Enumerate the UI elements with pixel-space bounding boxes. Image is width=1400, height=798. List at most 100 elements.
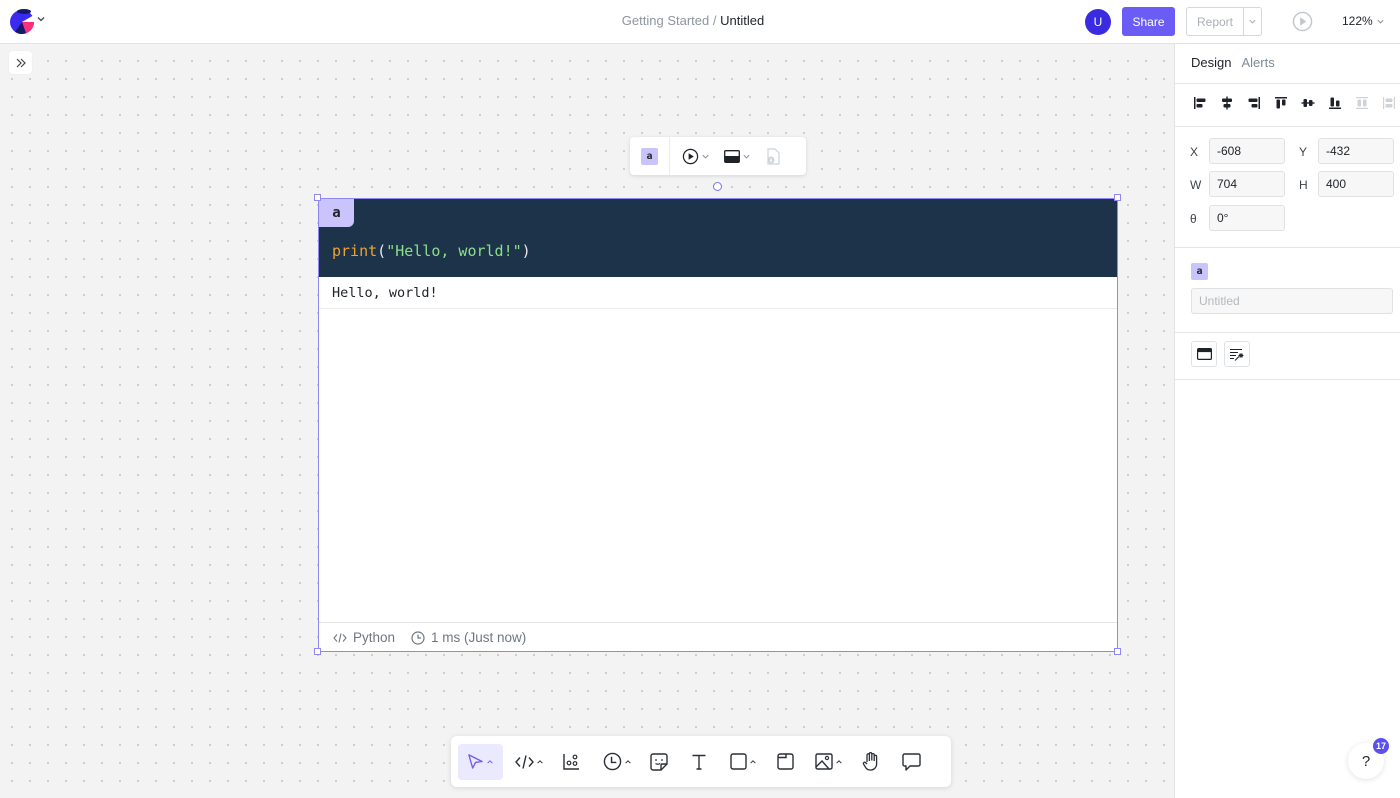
width-field[interactable] <box>1209 171 1285 197</box>
tab-design[interactable]: Design <box>1191 55 1231 70</box>
align-center-vertical-icon <box>1301 98 1314 107</box>
alignment-toolbar <box>1191 94 1397 111</box>
breadcrumb-parent[interactable]: Getting Started <box>622 13 709 28</box>
format-code-button[interactable] <box>1224 341 1250 367</box>
cell-name-badge: a <box>1191 263 1208 280</box>
scatter-chart-icon <box>562 754 579 770</box>
y-field[interactable] <box>1318 138 1394 164</box>
distribute-vertical-button[interactable] <box>1380 94 1397 111</box>
cell-title-input[interactable] <box>1191 288 1393 314</box>
code-icon <box>333 632 347 643</box>
panel-divider <box>1175 247 1400 248</box>
tab-alerts[interactable]: Alerts <box>1241 55 1274 70</box>
frame-icon <box>776 753 794 770</box>
breadcrumb-separator: / <box>712 13 717 28</box>
align-right-button[interactable] <box>1245 94 1262 111</box>
report-dropdown-button[interactable] <box>1244 8 1261 35</box>
share-button[interactable]: Share <box>1122 7 1175 36</box>
rotation-field[interactable] <box>1209 205 1285 231</box>
image-tool[interactable] <box>809 744 849 780</box>
top-bar: Getting Started / Untitled U Share Repor… <box>0 0 1400 44</box>
cell-footer: Python 1 ms (Just now) <box>319 622 1117 652</box>
runtime-label: 1 ms (Just now) <box>431 630 527 645</box>
align-left-button[interactable] <box>1191 94 1208 111</box>
align-bottom-icon <box>1328 97 1341 109</box>
sticky-note-icon <box>650 752 668 771</box>
align-center-horizontal-icon <box>1221 96 1232 109</box>
sticky-note-tool[interactable] <box>641 744 677 780</box>
hand-icon <box>862 752 878 771</box>
expand-sidebar-button[interactable] <box>9 51 32 74</box>
resize-handle-top-left[interactable] <box>314 194 321 201</box>
align-top-button[interactable] <box>1272 94 1289 111</box>
resize-handle-top-right[interactable] <box>1114 194 1121 201</box>
cell-output: Hello, world! <box>332 285 438 301</box>
zoom-level-dropdown[interactable]: 122% <box>1342 14 1385 28</box>
resize-handle-bottom-right[interactable] <box>1114 648 1121 655</box>
align-center-horizontal-button[interactable] <box>1218 94 1235 111</box>
report-button-group: Report <box>1186 7 1262 36</box>
align-right-icon <box>1248 96 1260 109</box>
height-field[interactable] <box>1318 171 1394 197</box>
run-play-icon <box>682 148 699 164</box>
code-editor[interactable]: a print("Hello, world!") <box>319 199 1117 277</box>
code-token-paren: ) <box>521 242 531 260</box>
code-icon <box>514 754 534 769</box>
pointer-icon <box>468 754 483 769</box>
code-cell[interactable]: a print("Hello, world!") Hello, world! P… <box>318 198 1118 652</box>
cell-name-badge[interactable]: a <box>641 147 658 165</box>
frame-tool[interactable] <box>767 744 803 780</box>
text-tool[interactable] <box>681 744 717 780</box>
distribute-horizontal-button[interactable] <box>1353 94 1370 111</box>
clock-icon <box>603 752 621 771</box>
x-field[interactable] <box>1209 138 1285 164</box>
breadcrumb-current[interactable]: Untitled <box>720 13 764 28</box>
cell-name-tab[interactable]: a <box>319 199 354 227</box>
panel-tabs: Design Alerts <box>1191 55 1275 70</box>
align-left-icon <box>1193 96 1205 109</box>
bottom-toolbar <box>451 736 951 787</box>
code-tool[interactable] <box>507 744 551 780</box>
cell-name-segment: a <box>630 137 670 175</box>
layout-toggle-button[interactable] <box>1191 341 1217 367</box>
chevron-down-icon <box>1249 19 1256 24</box>
resize-handle-bottom-left[interactable] <box>314 648 321 655</box>
select-tool[interactable] <box>458 743 503 780</box>
schedule-tool[interactable] <box>595 744 639 780</box>
output-divider <box>319 308 1117 309</box>
layout-panel-icon <box>724 149 740 163</box>
code-line: print("Hello, world!") <box>332 242 531 260</box>
breadcrumb: Getting Started / Untitled <box>0 13 1386 28</box>
layout-menu-button[interactable] <box>724 149 751 163</box>
chart-tool[interactable] <box>553 744 589 780</box>
code-token-function: print <box>332 242 378 260</box>
user-avatar[interactable]: U <box>1085 9 1111 35</box>
shape-tool[interactable] <box>723 744 763 780</box>
present-play-icon[interactable] <box>1292 11 1313 32</box>
language-indicator[interactable]: Python <box>333 630 395 645</box>
distribute-vertical-icon <box>1382 96 1395 109</box>
chevron-up-icon <box>624 759 631 764</box>
panel-divider <box>1175 83 1400 84</box>
pan-tool[interactable] <box>853 744 889 780</box>
comment-tool[interactable] <box>893 744 929 780</box>
runtime-indicator: 1 ms (Just now) <box>411 630 526 645</box>
chevron-up-icon <box>836 759 842 764</box>
align-top-icon <box>1274 96 1287 108</box>
run-menu-button[interactable] <box>682 148 710 165</box>
double-chevron-right-icon <box>16 58 26 67</box>
rectangle-icon <box>729 753 747 770</box>
image-icon <box>815 753 833 770</box>
report-button[interactable]: Report <box>1187 8 1244 35</box>
align-center-vertical-button[interactable] <box>1299 94 1316 111</box>
export-button[interactable] <box>765 147 781 165</box>
language-label: Python <box>353 630 396 645</box>
align-bottom-button[interactable] <box>1326 94 1343 111</box>
header-panel-icon <box>1196 348 1212 360</box>
panel-divider <box>1175 332 1400 333</box>
rotate-handle[interactable] <box>713 182 722 191</box>
h-label: H <box>1299 178 1308 192</box>
code-token-paren: ( <box>377 242 387 260</box>
clock-icon <box>411 630 425 645</box>
chevron-down-icon <box>1377 19 1384 24</box>
